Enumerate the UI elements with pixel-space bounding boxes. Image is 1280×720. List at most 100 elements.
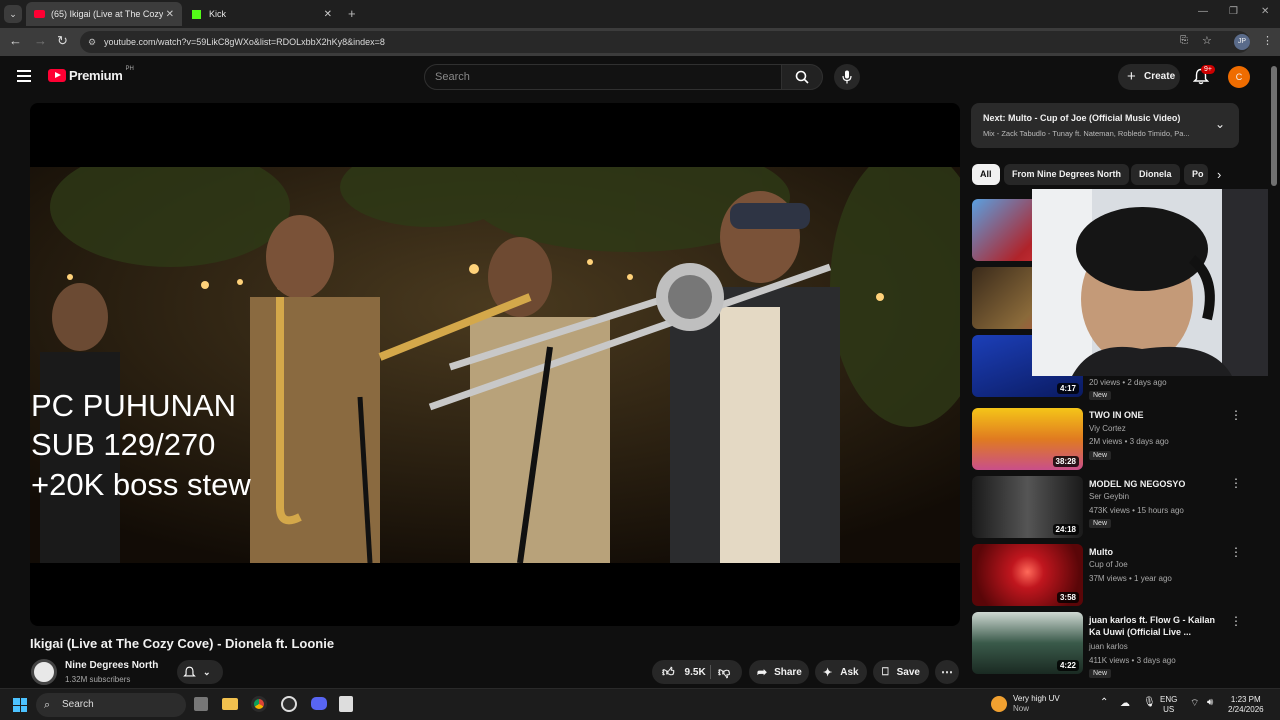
more-actions-button[interactable]: ⋯ — [935, 660, 959, 684]
maximize-button[interactable]: ❐ — [1229, 6, 1238, 17]
close-tab-icon[interactable]: ✕ — [166, 9, 174, 20]
chip-more[interactable]: Po — [1184, 164, 1208, 185]
chip-artist[interactable]: Dionela — [1131, 164, 1180, 185]
clock[interactable]: 1:23 PM 2/24/2026 — [1228, 695, 1264, 715]
chevron-down-icon: ⌄ — [203, 666, 211, 677]
video-frame — [30, 142, 960, 564]
create-button[interactable]: + Create — [1118, 64, 1180, 90]
voice-search-button[interactable] — [834, 64, 860, 90]
notifications-button[interactable]: 9+ — [1192, 65, 1215, 90]
recommendation-thumbnail[interactable]: 38:28 — [972, 408, 1083, 470]
like-button[interactable]: 👍︎ 9.5K 👎︎ — [652, 660, 742, 684]
channel-avatar[interactable] — [31, 659, 57, 685]
profile-avatar[interactable]: JP — [1234, 34, 1250, 50]
share-button[interactable]: ➦ Share — [749, 660, 809, 684]
save-button[interactable]: ⎕ Save — [873, 660, 929, 684]
region-code: US — [1163, 705, 1175, 714]
chevron-down-icon[interactable]: ⌄ — [1215, 117, 1225, 131]
chip-from-channel[interactable]: From Nine Degrees North — [1004, 164, 1130, 185]
duration-badge: 3:58 — [1056, 592, 1079, 603]
browser-menu-icon[interactable]: ⋮ — [1262, 34, 1273, 47]
chevron-right-icon[interactable]: › — [1217, 167, 1221, 182]
new-badge: New — [1089, 669, 1112, 678]
site-info-icon[interactable]: ⚙ — [88, 31, 96, 53]
app-icon[interactable] — [339, 696, 353, 712]
discord-icon[interactable] — [311, 697, 327, 710]
tab-list-icon[interactable]: ⌄ — [4, 5, 22, 23]
more-options-icon[interactable]: ⋮ — [1230, 545, 1242, 559]
url-text: youtube.com/watch?v=59LikC8gWXo&list=RDO… — [104, 37, 385, 47]
cloud-icon[interactable]: ☁ — [1120, 698, 1130, 709]
chip-all[interactable]: All — [972, 164, 1000, 185]
duration-badge: 38:28 — [1052, 456, 1079, 467]
more-options-icon[interactable]: ⋮ — [1230, 476, 1242, 490]
more-options-icon[interactable]: ⋮ — [1230, 408, 1242, 422]
taskbar-search[interactable]: ⌕ Search — [36, 693, 186, 717]
search-icon: ⌕ — [44, 699, 51, 711]
browser-tab-bar: ⌄ (65) Ikigai (Live at The Cozy Cov ✕ Ki… — [0, 0, 1280, 28]
tab-kick[interactable]: Kick ✕ — [184, 2, 340, 26]
region-label: PH — [125, 65, 134, 72]
language-code: ENG — [1160, 695, 1178, 704]
forward-icon[interactable]: → — [34, 33, 47, 48]
new-badge: New — [1089, 451, 1112, 460]
plus-icon: + — [1127, 68, 1136, 85]
ask-button[interactable]: ✦ Ask — [815, 660, 867, 684]
search-button[interactable] — [781, 64, 823, 90]
minimize-button[interactable]: — — [1198, 6, 1208, 17]
bookmark-star-icon[interactable]: ☆ — [1202, 34, 1212, 47]
close-tab-icon[interactable]: ✕ — [324, 9, 332, 20]
window-close-button[interactable]: ✕ — [1261, 6, 1269, 17]
tab-label: Kick — [209, 9, 227, 19]
search-input[interactable]: Search — [424, 64, 782, 90]
duration-badge: 4:17 — [1056, 383, 1079, 394]
weather-icon[interactable] — [991, 696, 1007, 712]
wifi-icon[interactable]: ⌔ — [1190, 697, 1199, 710]
page-scrollbar[interactable] — [1268, 56, 1280, 688]
new-tab-button[interactable]: + — [348, 6, 356, 21]
windows-start-icon[interactable] — [13, 698, 27, 712]
back-icon[interactable]: ← — [9, 33, 22, 48]
subscription-bell-button[interactable]: ⌄ — [177, 660, 223, 684]
task-view-icon[interactable] — [194, 697, 208, 711]
volume-icon[interactable]: 🔊︎ — [1207, 697, 1213, 708]
video-stats: 411K views • 3 days ago — [1089, 656, 1176, 665]
new-badge: New — [1089, 391, 1112, 400]
bell-icon — [183, 666, 196, 677]
notification-count-badge: 9+ — [1201, 65, 1215, 74]
up-next-panel[interactable]: Next: Multo - Cup of Joe (Official Music… — [971, 103, 1239, 148]
recommendation-thumbnail[interactable]: 3:58 — [972, 544, 1083, 606]
up-next-title: Next: Multo - Cup of Joe (Official Music… — [983, 113, 1181, 123]
file-explorer-icon[interactable] — [222, 698, 238, 710]
channel-name: juan karlos — [1089, 642, 1128, 651]
url-field[interactable]: ⚙ youtube.com/watch?v=59LikC8gWXo&list=R… — [80, 31, 1250, 53]
kick-favicon-icon — [192, 9, 201, 19]
hamburger-menu-icon[interactable] — [17, 70, 31, 82]
video-title: Ikigai (Live at The Cozy Cove) - Dionela… — [30, 636, 335, 651]
weather-widget[interactable]: Very high UV Now — [1013, 694, 1060, 714]
webcam-image — [1032, 189, 1280, 376]
chevron-up-icon[interactable]: ⌃ — [1100, 697, 1108, 708]
video-stats: 473K views • 15 hours ago — [1089, 506, 1184, 515]
obs-icon[interactable] — [281, 696, 297, 712]
reload-icon[interactable]: ↻ — [57, 33, 68, 49]
video-player[interactable]: PC PUHUNAN SUB 129/270 +20K boss stew — [30, 103, 960, 626]
microphone-icon[interactable]: 🎙︎ — [1143, 697, 1156, 708]
tab-youtube[interactable]: (65) Ikigai (Live at The Cozy Cov ✕ — [26, 2, 182, 26]
youtube-logo[interactable]: Premium PH — [48, 65, 134, 83]
language-indicator[interactable]: ENG US — [1160, 695, 1177, 715]
chrome-icon[interactable] — [251, 696, 267, 712]
account-avatar[interactable]: C — [1228, 66, 1250, 88]
video-title: TWO IN ONE — [1089, 410, 1144, 420]
youtube-favicon-icon — [34, 10, 45, 18]
channel-name[interactable]: Nine Degrees North — [65, 660, 158, 671]
ask-label: Ask — [840, 666, 859, 678]
video-title: juan karlos ft. Flow G - Kailan Ka Uuwi … — [1089, 615, 1216, 637]
recommendation-thumbnail[interactable]: 24:18 — [972, 476, 1083, 538]
install-app-icon[interactable]: ⎘ — [1180, 35, 1188, 46]
recommendation-thumbnail[interactable]: 4:22 — [972, 612, 1083, 674]
more-options-icon[interactable]: ⋮ — [1230, 614, 1242, 628]
weather-title: Very high UV — [1013, 694, 1060, 703]
search-icon — [795, 70, 809, 84]
thumbs-down-icon[interactable]: 👎︎ — [718, 665, 730, 680]
